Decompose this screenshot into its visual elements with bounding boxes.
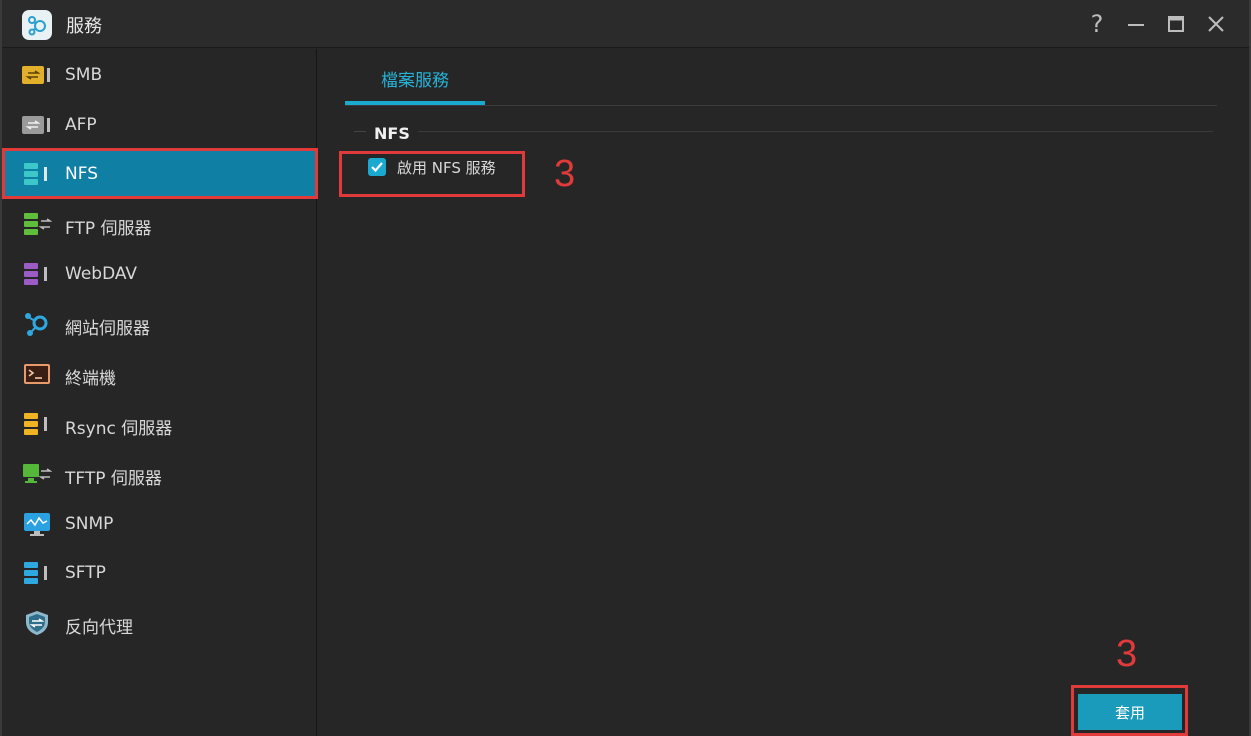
tab-label: 檔案服務 — [381, 71, 449, 91]
sidebar-item-rsync[interactable]: Rsync 伺服器 — [2, 401, 317, 447]
sidebar-item-snmp[interactable]: SNMP — [2, 501, 317, 547]
sidebar-item-label: SMB — [65, 65, 103, 85]
sidebar-item-reverse-proxy[interactable]: 反向代理 — [2, 600, 317, 646]
web-server-icon — [25, 313, 48, 336]
minimize-icon — [1128, 24, 1144, 26]
sidebar-item-label: SFTP — [65, 563, 106, 583]
close-button[interactable] — [1202, 10, 1230, 38]
help-icon: ? — [1090, 10, 1104, 38]
tftp-server-icon — [23, 464, 52, 483]
highlight-nfs-sidebar — [2, 148, 318, 199]
sidebar-item-tftp[interactable]: TFTP 伺服器 — [2, 451, 317, 497]
sidebar-item-label: 網站伺服器 — [65, 319, 150, 339]
maximize-button[interactable] — [1162, 10, 1190, 38]
sidebar-item-webdav[interactable]: WebDAV — [2, 251, 317, 297]
sidebar-item-label: FTP 伺服器 — [65, 219, 152, 239]
section-divider-right — [418, 131, 1213, 132]
close-icon — [1208, 16, 1224, 32]
sidebar-item-label: AFP — [65, 115, 97, 135]
sidebar-item-label: SNMP — [65, 514, 114, 534]
help-button[interactable]: ? — [1083, 10, 1111, 38]
section-divider-left — [354, 131, 366, 132]
highlight-enable-nfs — [339, 151, 525, 197]
sidebar-item-label: WebDAV — [65, 264, 138, 284]
minimize-button[interactable] — [1122, 10, 1150, 38]
sidebar-item-label: 終端機 — [65, 369, 116, 389]
webdav-server-icon — [24, 263, 47, 285]
afp-server-icon — [22, 116, 50, 134]
sidebar-item-label: Rsync 伺服器 — [65, 419, 173, 439]
step-marker: 3 — [554, 153, 576, 195]
rsync-server-icon — [24, 413, 47, 435]
network-services-icon — [22, 10, 52, 40]
window-title: 服務 — [66, 16, 102, 37]
terminal-icon — [24, 364, 50, 384]
reverse-proxy-shield-icon — [26, 611, 48, 635]
sidebar-item-smb[interactable]: SMB — [2, 52, 317, 98]
sidebar-item-afp[interactable]: AFP — [2, 102, 317, 148]
services-window: 服務 ? SMB AFP NFS FTP 伺服器 WebDAV 網站伺服器 終端… — [0, 0, 1251, 736]
sidebar-item-sftp[interactable]: SFTP — [2, 550, 317, 596]
apply-button[interactable]: 套用 — [1078, 694, 1182, 730]
sftp-server-icon — [24, 562, 47, 584]
tab-divider — [345, 105, 1217, 106]
sidebar-item-terminal[interactable]: 終端機 — [2, 351, 317, 397]
section-title: NFS — [374, 124, 410, 143]
sidebar-item-label: 反向代理 — [65, 618, 133, 638]
tab-file-services[interactable]: 檔案服務 — [345, 49, 485, 105]
sidebar-item-label: TFTP 伺服器 — [65, 469, 162, 489]
snmp-monitor-icon — [24, 513, 50, 536]
maximize-icon — [1168, 16, 1184, 32]
smb-server-icon — [22, 66, 50, 84]
sidebar-item-ftp[interactable]: FTP 伺服器 — [2, 201, 317, 247]
step-marker: 3 — [1116, 633, 1138, 675]
ftp-server-icon — [24, 213, 52, 235]
main-panel: 檔案服務 NFS 啟用 NFS 服務 3 3 套用 — [318, 49, 1247, 736]
sidebar-item-web-server[interactable]: 網站伺服器 — [2, 301, 317, 347]
title-bar: 服務 ? — [2, 0, 1249, 48]
